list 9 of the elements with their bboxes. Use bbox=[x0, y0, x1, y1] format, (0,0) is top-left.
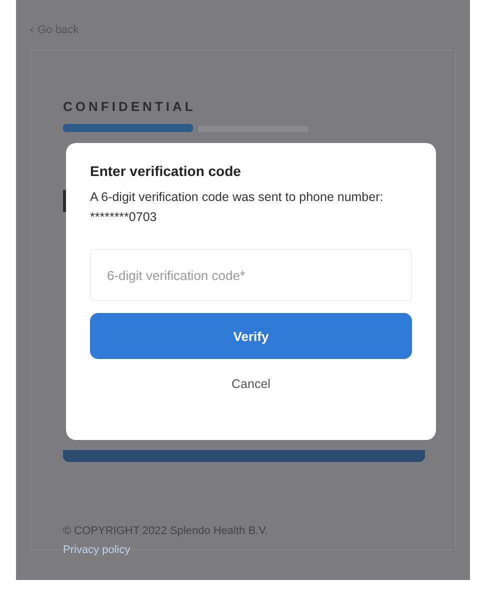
dialog-title: Enter verification code bbox=[90, 163, 242, 179]
privacy-policy-link[interactable]: Privacy policy bbox=[63, 544, 130, 556]
cancel-button[interactable]: Cancel bbox=[224, 373, 278, 395]
dialog-message: A 6-digit verification code was sent to phone number: ********0703 bbox=[90, 189, 384, 226]
verification-code-field[interactable]: 6-digit verification code* bbox=[90, 249, 412, 301]
back-icon[interactable]: ‹ bbox=[30, 24, 34, 36]
verify-button[interactable]: Verify bbox=[90, 313, 412, 359]
copyright-text: © COPYRIGHT 2022 Splendo Health B.V. bbox=[63, 524, 269, 539]
confidential-label: CONFIDENTIAL bbox=[63, 99, 197, 114]
